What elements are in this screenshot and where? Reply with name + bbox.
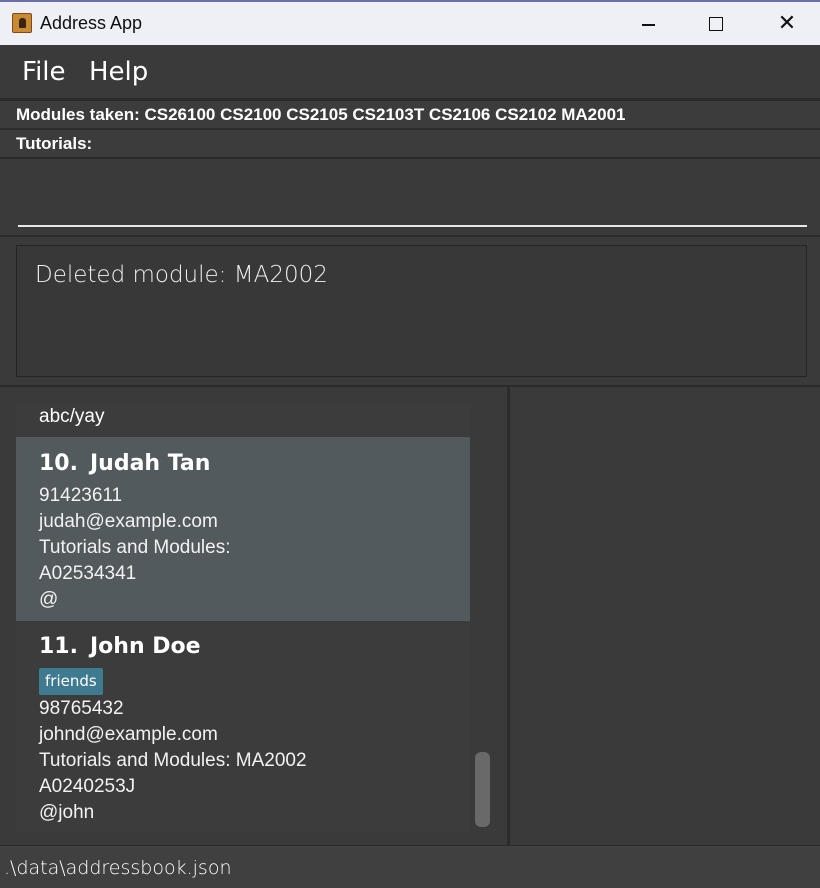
window-title: Address App bbox=[40, 13, 143, 33]
close-button[interactable]: ✕ bbox=[772, 10, 802, 38]
card-name-row: 10. Judah Tan bbox=[39, 451, 210, 476]
tutorials-label: Tutorials: bbox=[0, 128, 820, 157]
list-item[interactable]: abc/yay bbox=[16, 403, 470, 437]
save-location: .\data\addressbook.json bbox=[4, 857, 232, 879]
list-scrollbar-thumb[interactable] bbox=[475, 752, 490, 827]
card-email: johnd@example.com bbox=[39, 724, 218, 745]
minimize-icon bbox=[642, 24, 655, 26]
card-email: judah@example.com bbox=[39, 511, 218, 532]
card-telegram: @ bbox=[39, 589, 59, 610]
list-item[interactable]: 11. John Doe friends 98765432 johnd@examp… bbox=[16, 621, 470, 831]
menu-help[interactable]: Help bbox=[89, 57, 148, 87]
card-student-id: A02534341 bbox=[39, 563, 137, 584]
list-item-selected[interactable]: 10. Judah Tan 91423611 judah@example.com … bbox=[16, 437, 470, 621]
card-name: John Doe bbox=[89, 634, 201, 659]
close-icon: ✕ bbox=[777, 11, 797, 36]
card-student-id: A0240253J bbox=[39, 776, 136, 797]
card-partial-line: abc/yay bbox=[39, 406, 105, 427]
card-telegram: @john bbox=[39, 802, 95, 823]
result-display[interactable]: Deleted module: MA2002 bbox=[16, 245, 807, 377]
modules-taken-label: Modules taken: CS26100 CS2100 CS2105 CS2… bbox=[0, 99, 820, 128]
card-index: 10. bbox=[39, 451, 78, 476]
status-bar: .\data\addressbook.json bbox=[0, 845, 820, 888]
card-tutorials-modules: Tutorials and Modules: MA2002 bbox=[39, 750, 307, 771]
tag-badge: friends bbox=[39, 668, 103, 695]
card-name-row: 11. John Doe bbox=[39, 634, 201, 659]
person-list[interactable]: abc/yay 10. Judah Tan 91423611 judah@exam… bbox=[16, 403, 470, 831]
detail-panel bbox=[510, 385, 820, 845]
menu-file[interactable]: File bbox=[22, 57, 66, 87]
address-book-icon bbox=[12, 13, 32, 33]
result-text: Deleted module: MA2002 bbox=[35, 262, 328, 288]
card-phone: 91423611 bbox=[39, 485, 123, 506]
result-display-panel: Deleted module: MA2002 bbox=[0, 235, 820, 385]
title-bar[interactable]: Address App ✕ bbox=[0, 0, 820, 45]
card-phone: 98765432 bbox=[39, 698, 124, 719]
command-box bbox=[0, 157, 820, 235]
card-tutorials-modules: Tutorials and Modules: bbox=[39, 537, 231, 558]
maximize-button[interactable] bbox=[701, 10, 731, 38]
card-name: Judah Tan bbox=[89, 451, 211, 476]
card-index: 11. bbox=[39, 634, 78, 659]
minimize-button[interactable] bbox=[633, 10, 663, 38]
menu-bar: File Help bbox=[0, 45, 820, 99]
maximize-icon bbox=[709, 17, 723, 31]
person-list-panel: abc/yay 10. Judah Tan 91423611 judah@exam… bbox=[0, 385, 510, 845]
command-input[interactable] bbox=[18, 169, 807, 227]
